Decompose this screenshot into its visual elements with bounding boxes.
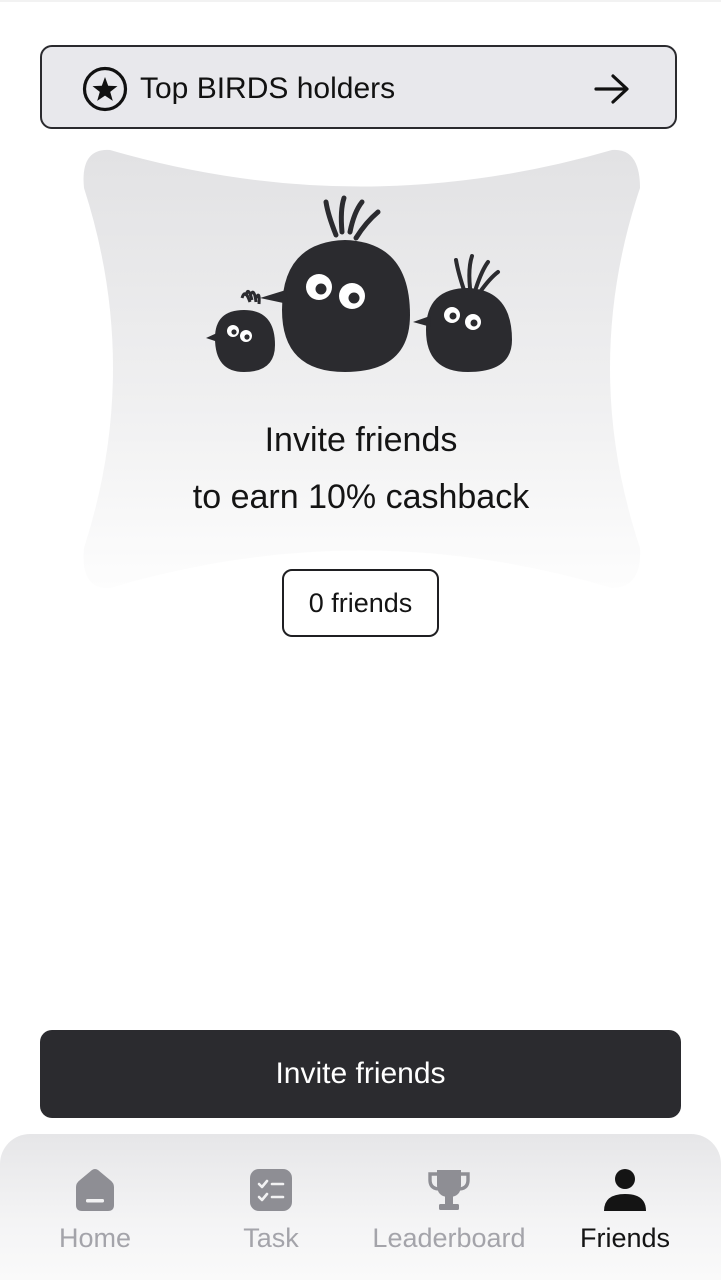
home-icon: [76, 1169, 114, 1211]
promo-line-1: Invite friends: [264, 421, 458, 459]
friends-page: Top BIRDS holders Invite friends to earn…: [0, 0, 721, 1280]
invite-friends-button[interactable]: Invite friends: [40, 1030, 681, 1118]
user-icon: [604, 1169, 646, 1211]
top-divider: [0, 0, 721, 2]
nav-home-label: Home: [58, 1223, 132, 1253]
arrow-right-icon: [594, 74, 629, 104]
nav-leaderboard[interactable]: Leaderboard: [359, 1134, 539, 1280]
large-bird-graphic: [260, 195, 410, 372]
nav-friends[interactable]: Friends: [535, 1134, 715, 1280]
nav-friends-label: Friends: [579, 1223, 671, 1253]
task-list-icon: [250, 1169, 292, 1211]
nav-home[interactable]: Home: [5, 1134, 185, 1280]
nav-leaderboard-label: Leaderboard: [372, 1223, 526, 1253]
trophy-icon: [428, 1170, 470, 1210]
birds-illustration: [206, 195, 512, 372]
top-holders-banner[interactable]: Top BIRDS holders: [40, 45, 677, 129]
top-holders-label: Top BIRDS holders: [140, 72, 396, 105]
invite-promo-text: Invite friends to earn 10% cashback: [80, 412, 642, 526]
promo-line-2: to earn 10% cashback: [192, 478, 530, 516]
nav-task-label: Task: [243, 1223, 299, 1253]
medium-bird-graphic: [413, 254, 512, 372]
friends-count-badge: 0 friends: [282, 569, 439, 637]
small-bird-graphic: [206, 289, 275, 372]
star-icon: [82, 66, 128, 112]
nav-task[interactable]: Task: [181, 1134, 361, 1280]
bottom-navigation: Home Task Leaderboard Friends: [0, 1134, 721, 1280]
